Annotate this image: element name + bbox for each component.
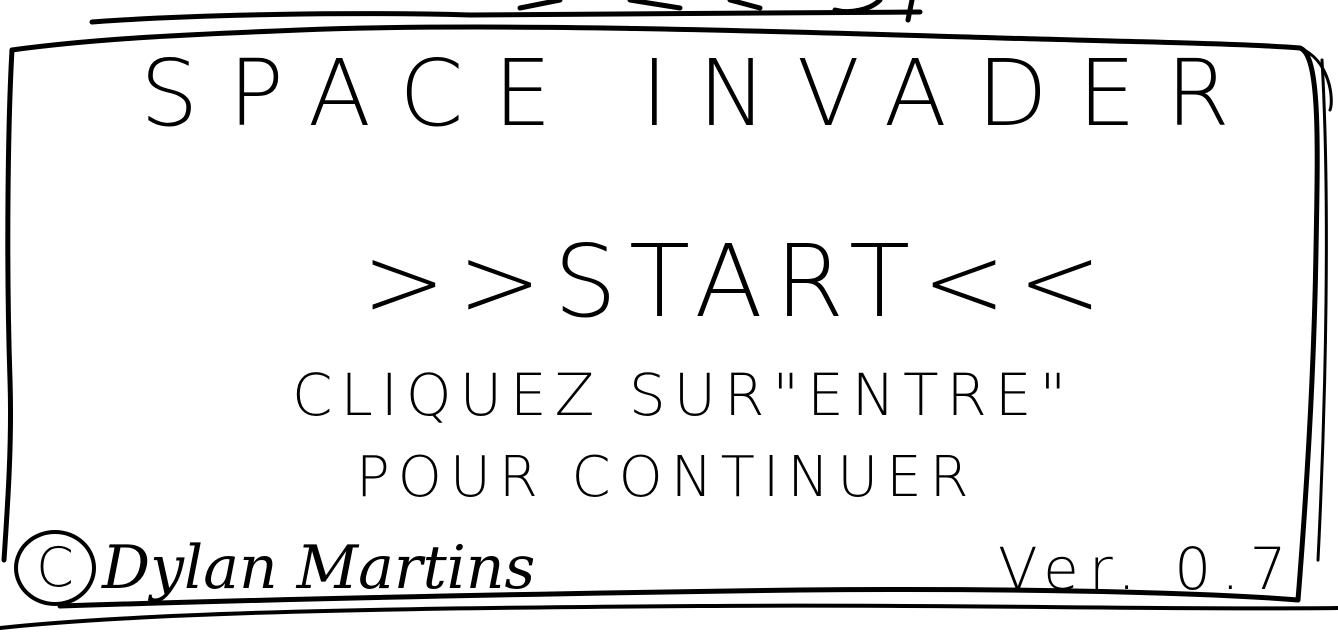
- instruction-line-2: POUR CONTINUER: [356, 445, 977, 510]
- instruction-line-1: CLIQUEZ SUR"ENTRE": [292, 361, 1075, 429]
- copyright-icon: C: [14, 530, 96, 606]
- start-button[interactable]: >>START<<: [362, 232, 1114, 332]
- version-label: Ver. 0.7: [998, 535, 1297, 603]
- game-title: SPACE INVADER: [140, 40, 1260, 147]
- copyright-notice: C Dylan Martins: [14, 530, 535, 606]
- author-name: Dylan Martins: [102, 533, 536, 603]
